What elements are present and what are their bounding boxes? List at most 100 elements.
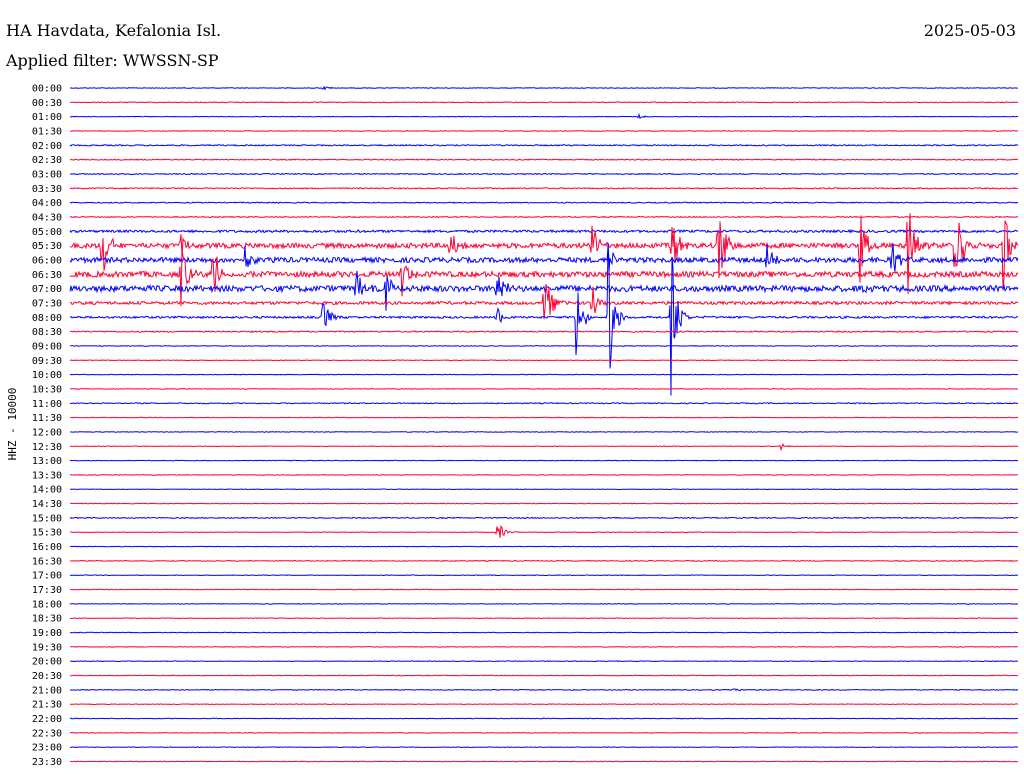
- trace-row: [69, 524, 1019, 538]
- trace-row: [69, 732, 1019, 734]
- trace-row: [69, 143, 1019, 147]
- row-time-labels: 00:00 00:30 01:00 01:30 02:00 02:30 03:00 03:30…: [32, 84, 62, 769]
- row-time-label: 16:00: [32, 542, 62, 553]
- row-time-label: 09:00: [32, 341, 62, 352]
- row-time-label: 11:00: [32, 399, 62, 410]
- row-time-label: 22:30: [32, 728, 62, 739]
- trace-row: [69, 574, 1018, 577]
- trace-row: [70, 101, 1019, 104]
- plot-date: 2025-05-03: [924, 21, 1016, 40]
- row-time-label: 10:00: [32, 370, 62, 381]
- row-time-label: 15:30: [32, 528, 62, 539]
- trace-row: [69, 459, 1019, 462]
- row-time-label: 17:00: [32, 571, 62, 582]
- row-time-label: 07:00: [32, 284, 62, 295]
- trace-row: [69, 703, 1019, 706]
- row-time-label: 10:30: [32, 384, 62, 395]
- row-time-label: 04:30: [32, 213, 62, 224]
- trace-row: [69, 631, 1019, 634]
- trace-row: [70, 674, 1018, 677]
- row-time-label: 14:00: [32, 485, 62, 496]
- trace-row: [69, 112, 1019, 120]
- trace-row: [69, 186, 1019, 190]
- row-time-label: 12:00: [32, 427, 62, 438]
- row-time-label: 13:30: [32, 470, 62, 481]
- seismic-traces: [69, 85, 1019, 763]
- row-time-label: 16:30: [32, 556, 62, 567]
- row-time-label: 06:00: [32, 256, 62, 267]
- row-time-label: 06:30: [32, 270, 62, 281]
- row-time-label: 20:30: [32, 671, 62, 682]
- row-time-label: 12:30: [32, 442, 62, 453]
- trace-row: [69, 330, 1019, 333]
- row-time-label: 21:30: [32, 700, 62, 711]
- row-time-label: 23:00: [32, 743, 62, 754]
- trace-row: [69, 416, 1019, 419]
- trace-row: [69, 345, 1019, 347]
- row-time-label: 20:00: [32, 657, 62, 668]
- trace-row: [69, 228, 1019, 234]
- trace-row: [69, 250, 1019, 307]
- trace-row: [69, 603, 1019, 605]
- row-time-label: 05:00: [32, 227, 62, 238]
- trace-row: [69, 388, 1019, 390]
- row-time-label: 09:30: [32, 356, 62, 367]
- filter-label: Applied filter: WWSSN-SP: [5, 51, 219, 70]
- channel-scale-label: HHZ - 10000: [6, 388, 19, 461]
- row-time-label: 23:30: [32, 757, 62, 768]
- trace-row: [69, 516, 1018, 520]
- trace-row: [69, 688, 1019, 692]
- row-time-label: 02:30: [32, 155, 62, 166]
- trace-row: [70, 130, 1019, 132]
- trace-row: [69, 402, 1018, 405]
- trace-row: [69, 373, 1019, 376]
- trace-row: [69, 85, 1019, 91]
- row-time-label: 00:00: [32, 84, 62, 95]
- trace-row: [69, 359, 1019, 362]
- row-time-label: 13:00: [32, 456, 62, 467]
- row-time-label: 08:30: [32, 327, 62, 338]
- trace-row: [69, 201, 1019, 204]
- trace-row: [69, 502, 1019, 505]
- trace-row: [70, 746, 1019, 749]
- trace-row: [70, 660, 1018, 663]
- trace-row: [69, 213, 1019, 295]
- row-time-label: 14:30: [32, 499, 62, 510]
- row-time-label: 18:30: [32, 614, 62, 625]
- trace-row: [69, 488, 1019, 491]
- row-time-label: 01:00: [32, 112, 62, 123]
- trace-row: [70, 760, 1019, 763]
- trace-row: [69, 172, 1019, 176]
- row-time-label: 19:30: [32, 642, 62, 653]
- trace-row: [69, 545, 1019, 548]
- trace-row: [69, 431, 1019, 433]
- row-time-label: 01:30: [32, 127, 62, 138]
- trace-row: [69, 559, 1019, 562]
- row-time-label: 22:00: [32, 714, 62, 725]
- row-time-label: 02:00: [32, 141, 62, 152]
- row-time-label: 07:30: [32, 298, 62, 309]
- helicorder-plot: HA Havdata, Kefalonia Isl. 2025-05-03 Ap…: [5, 21, 1019, 769]
- row-time-label: 15:00: [32, 513, 62, 524]
- row-time-label: 21:00: [32, 685, 62, 696]
- row-time-label: 04:00: [32, 198, 62, 209]
- row-time-label: 05:30: [32, 241, 62, 252]
- row-time-label: 17:30: [32, 585, 62, 596]
- trace-row: [69, 283, 1019, 320]
- trace-row: [69, 588, 1018, 591]
- station-title: HA Havdata, Kefalonia Isl.: [6, 21, 221, 40]
- row-time-label: 03:00: [32, 170, 62, 181]
- trace-row: [69, 215, 1019, 219]
- trace-row: [69, 158, 1019, 161]
- row-time-label: 08:00: [32, 313, 62, 324]
- trace-row: [69, 474, 1019, 476]
- row-time-label: 03:30: [32, 184, 62, 195]
- row-time-label: 00:30: [32, 98, 62, 109]
- row-time-label: 18:00: [32, 599, 62, 610]
- trace-row: [69, 617, 1019, 620]
- row-time-label: 19:00: [32, 628, 62, 639]
- row-time-label: 11:30: [32, 413, 62, 424]
- trace-row: [69, 646, 1019, 648]
- trace-row: [69, 442, 1019, 452]
- trace-row: [69, 717, 1019, 720]
